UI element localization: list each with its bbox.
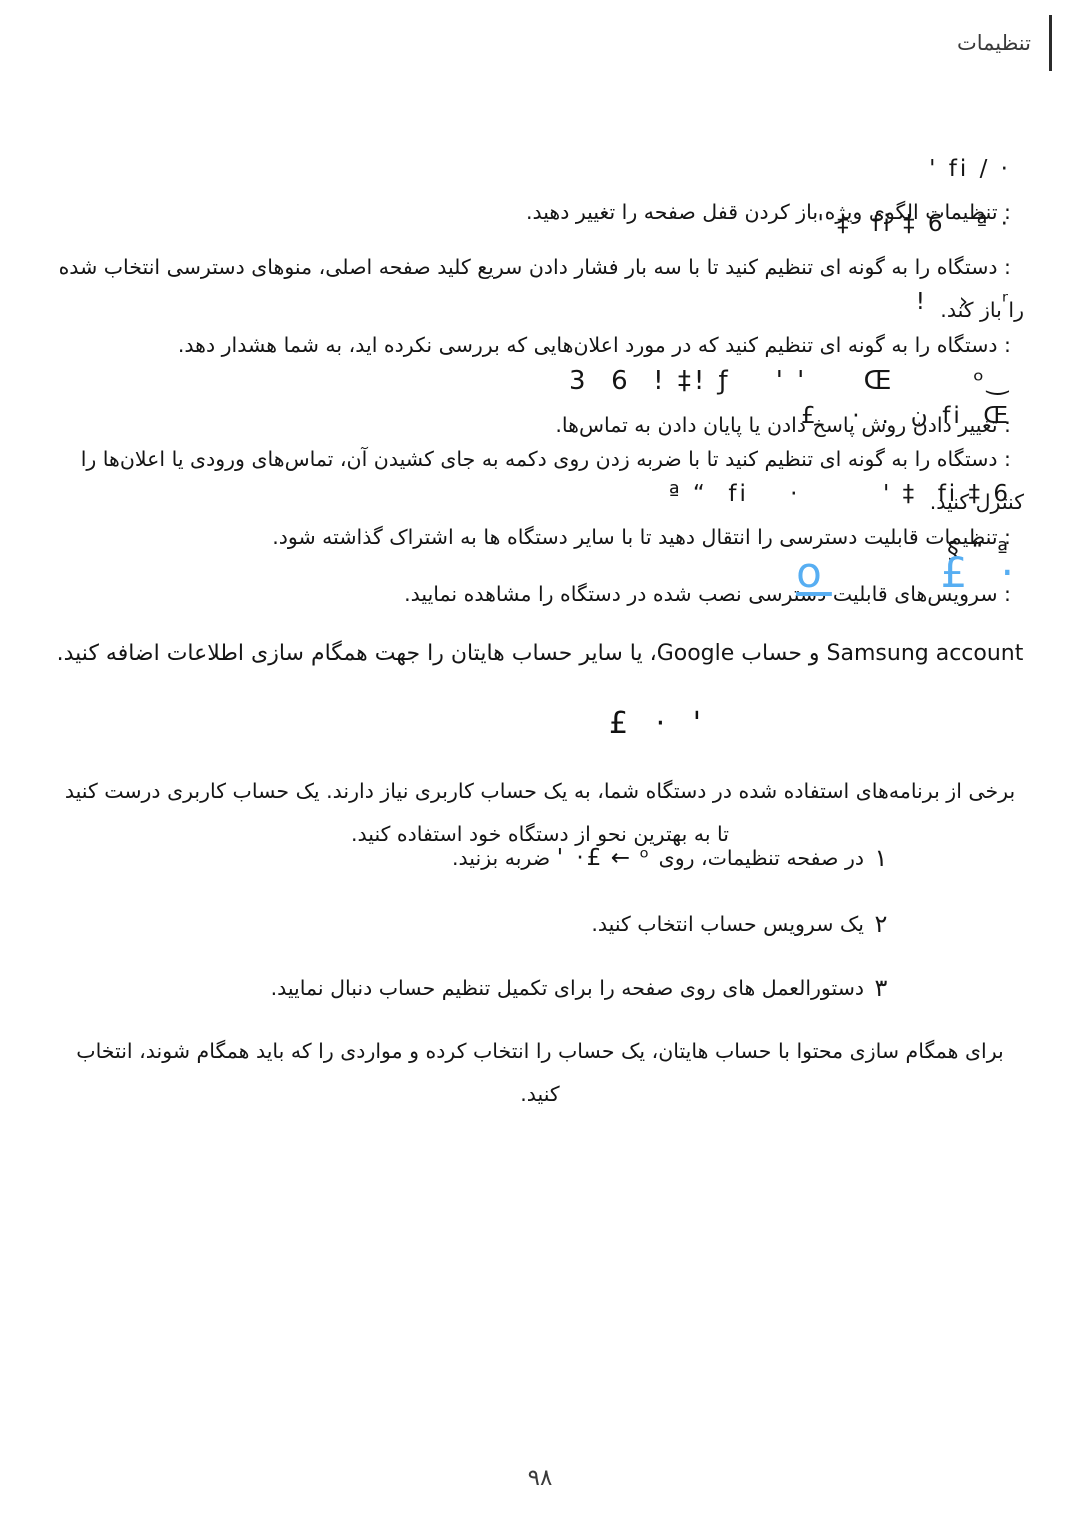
step-text-after: ضربه بزنید. (452, 846, 551, 870)
step-number: ۱ (874, 844, 888, 872)
step-glyphs-a: ᵒ (639, 845, 653, 871)
accounts-heading-glyphs-left: o (796, 548, 832, 597)
step-item: ۲ یک سرویس حساب انتخاب کنید. (198, 904, 898, 944)
add-accounts-subheading: £ · ' (609, 706, 710, 741)
arrow-icon: ← (610, 845, 634, 871)
accounts-heading-glyphs-right: £ · (940, 548, 1024, 597)
accounts-closing-note: برای همگام سازی محتوا با حساب هایتان، یک… (69, 1039, 1004, 1106)
step-number: ۲ (874, 910, 888, 938)
accounts-intro-paragraph: Samsung account و حساب Google، یا سایر ح… (56, 641, 1024, 666)
running-header: تنظیمات (957, 14, 1052, 72)
step-item: ۱ در صفحه تنظیمات، روی ᵒ ← ' ·£ ضربه بزن… (198, 838, 898, 878)
header-title: تنظیمات (956, 31, 1031, 55)
step-item: ۳ دستورالعمل های روی صفحه را برای تکمیل … (198, 968, 898, 1008)
step-text-before: در صفحه تنظیمات، روی (658, 846, 864, 870)
step-body: دستورالعمل های روی صفحه را برای تکمیل تن… (270, 976, 864, 1000)
step-body: در صفحه تنظیمات، روی ᵒ ← ' ·£ ضربه بزنید… (198, 838, 864, 878)
page-number: ۹۸ (527, 1465, 553, 1491)
step-body: یک سرویس حساب انتخاب کنید. (591, 912, 864, 936)
accounts-section-heading: o £ · (796, 548, 1024, 597)
step-number: ۳ (874, 974, 888, 1002)
header-divider-rule (1049, 15, 1052, 71)
step-glyphs-b: ' ·£ (556, 845, 605, 871)
